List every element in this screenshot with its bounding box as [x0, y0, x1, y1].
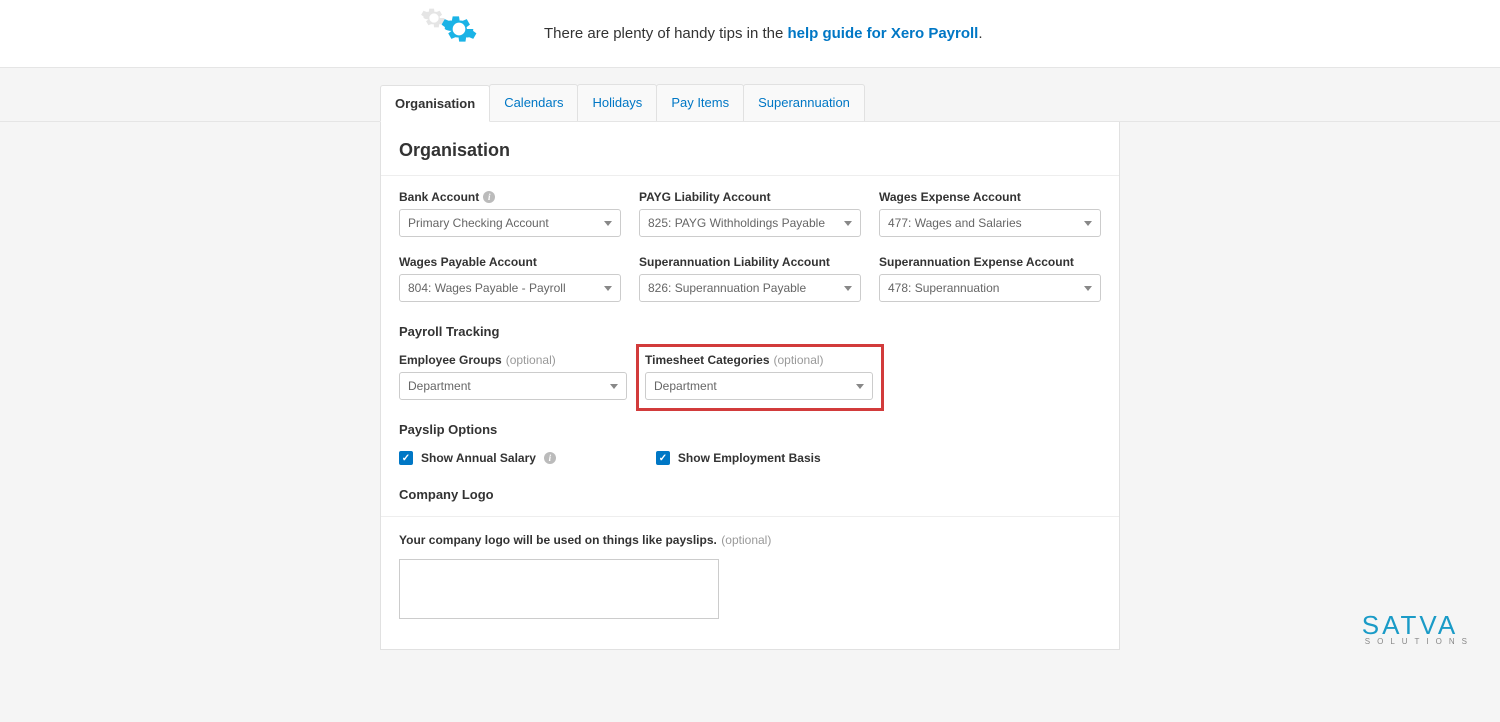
tab-superannuation[interactable]: Superannuation [743, 84, 865, 121]
info-icon[interactable]: i [544, 452, 556, 464]
wages-expense-select[interactable]: 477: Wages and Salaries [879, 209, 1101, 237]
logo-desc-text: Your company logo will be used on things… [399, 533, 717, 547]
label-text: Employee Groups [399, 353, 502, 367]
tabbar: Organisation Calendars Holidays Pay Item… [380, 84, 1120, 121]
tab-holidays[interactable]: Holidays [577, 84, 657, 121]
brand-tagline: SOLUTIONS [1362, 637, 1474, 646]
checkbox-label: Show Annual Salary [421, 451, 536, 465]
bank-account-label: Bank Account i [399, 190, 621, 204]
super-expense-select[interactable]: 478: Superannuation [879, 274, 1101, 302]
company-logo-upload-area[interactable] [399, 559, 719, 619]
organisation-panel: Organisation Bank Account i Primary Chec… [380, 122, 1120, 650]
accounts-row-2: Wages Payable Account 804: Wages Payable… [399, 255, 1101, 302]
payg-liability-field: PAYG Liability Account 825: PAYG Withhol… [639, 190, 861, 237]
payslip-options-title: Payslip Options [399, 422, 1101, 437]
super-expense-field: Superannuation Expense Account 478: Supe… [879, 255, 1101, 302]
label-text: Bank Account [399, 190, 479, 204]
bank-account-select[interactable]: Primary Checking Account [399, 209, 621, 237]
wages-expense-field: Wages Expense Account 477: Wages and Sal… [879, 190, 1101, 237]
wages-payable-field: Wages Payable Account 804: Wages Payable… [399, 255, 621, 302]
payroll-tracking-title: Payroll Tracking [399, 324, 1101, 339]
optional-text: (optional) [721, 533, 771, 547]
accounts-row-1: Bank Account i Primary Checking Account … [399, 190, 1101, 237]
super-liability-field: Superannuation Liability Account 826: Su… [639, 255, 861, 302]
select-value: 826: Superannuation Payable [648, 281, 806, 295]
timesheet-categories-label: Timesheet Categories (optional) [645, 353, 873, 367]
tab-organisation[interactable]: Organisation [380, 85, 490, 122]
show-annual-salary-checkbox[interactable]: ✓ [399, 451, 413, 465]
wages-payable-select[interactable]: 804: Wages Payable - Payroll [399, 274, 621, 302]
wages-payable-label: Wages Payable Account [399, 255, 621, 269]
page-title: Organisation [399, 140, 1101, 161]
payroll-tracking-row: Employee Groups (optional) Department Ti… [399, 353, 1101, 400]
divider [381, 175, 1119, 176]
optional-text: (optional) [774, 353, 824, 367]
show-annual-salary-item: ✓ Show Annual Salary i [399, 451, 556, 465]
optional-text: (optional) [506, 353, 556, 367]
company-logo-title: Company Logo [399, 487, 1101, 502]
select-value: 477: Wages and Salaries [888, 216, 1022, 230]
select-value: Department [408, 379, 471, 393]
employee-groups-field: Employee Groups (optional) Department [399, 353, 627, 400]
timesheet-categories-field-wrapper: Timesheet Categories (optional) Departme… [645, 353, 873, 400]
brand-watermark: SATVA SOLUTIONS [1362, 610, 1474, 646]
panel-background: Organisation Bank Account i Primary Chec… [0, 122, 1500, 722]
payslip-options-row: ✓ Show Annual Salary i ✓ Show Employment… [399, 451, 1101, 465]
banner-text-suffix: . [978, 25, 982, 42]
label-text: Timesheet Categories [645, 353, 770, 367]
select-value: Primary Checking Account [408, 216, 549, 230]
super-liability-label: Superannuation Liability Account [639, 255, 861, 269]
gear-icon [440, 10, 478, 48]
bank-account-field: Bank Account i Primary Checking Account [399, 190, 621, 237]
employee-groups-select[interactable]: Department [399, 372, 627, 400]
employee-groups-label: Employee Groups (optional) [399, 353, 627, 367]
tabbar-container: Organisation Calendars Holidays Pay Item… [0, 68, 1500, 122]
banner-gears-illustration [380, 14, 530, 54]
timesheet-categories-select[interactable]: Department [645, 372, 873, 400]
tab-pay-items[interactable]: Pay Items [656, 84, 744, 121]
divider [381, 516, 1119, 517]
select-value: 478: Superannuation [888, 281, 999, 295]
select-value: 825: PAYG Withholdings Payable [648, 216, 825, 230]
payg-liability-select[interactable]: 825: PAYG Withholdings Payable [639, 209, 861, 237]
checkbox-label: Show Employment Basis [678, 451, 821, 465]
tab-calendars[interactable]: Calendars [489, 84, 578, 121]
super-liability-select[interactable]: 826: Superannuation Payable [639, 274, 861, 302]
wages-expense-label: Wages Expense Account [879, 190, 1101, 204]
show-employment-basis-item: ✓ Show Employment Basis [656, 451, 821, 465]
super-expense-label: Superannuation Expense Account [879, 255, 1101, 269]
select-value: Department [654, 379, 717, 393]
show-employment-basis-checkbox[interactable]: ✓ [656, 451, 670, 465]
payg-liability-label: PAYG Liability Account [639, 190, 861, 204]
banner-text: There are plenty of handy tips in the he… [544, 25, 983, 42]
company-logo-desc: Your company logo will be used on things… [399, 531, 1101, 549]
help-guide-link[interactable]: help guide for Xero Payroll [787, 25, 978, 42]
info-icon[interactable]: i [483, 191, 495, 203]
select-value: 804: Wages Payable - Payroll [408, 281, 566, 295]
help-banner: There are plenty of handy tips in the he… [0, 0, 1500, 68]
highlight-box: Timesheet Categories (optional) Departme… [636, 344, 884, 411]
banner-text-prefix: There are plenty of handy tips in the [544, 25, 787, 42]
